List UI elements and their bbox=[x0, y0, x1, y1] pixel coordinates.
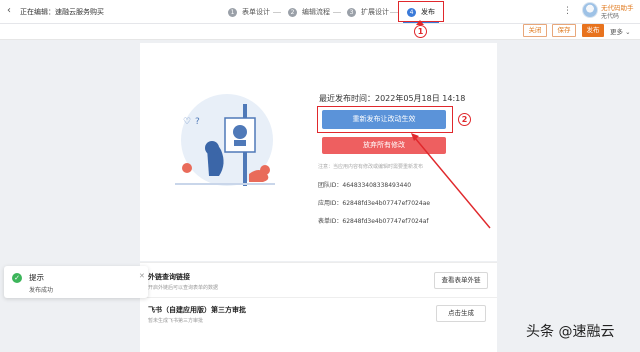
feishu-approval-title: 飞书（自建应用版）第三方审批 bbox=[148, 306, 246, 314]
annotation-box-republish bbox=[317, 106, 453, 133]
svg-text:?: ? bbox=[195, 117, 200, 127]
form-id: 表单ID：62848fd3e4b07747ef7024af bbox=[318, 218, 429, 225]
step-extend-design[interactable]: 3 扩展设计 bbox=[347, 3, 389, 21]
step-edit-flow[interactable]: 2 编辑流程 bbox=[288, 3, 330, 21]
check-circle-icon: ✓ bbox=[12, 273, 22, 283]
annotation-badge-2: 2 bbox=[458, 113, 471, 126]
app-id: 应用ID：62848fd3e4b07747ef7024ae bbox=[318, 200, 431, 207]
divider bbox=[140, 297, 497, 298]
toast-title: 提示 bbox=[29, 273, 44, 282]
step-form-design[interactable]: 1 表单设计 bbox=[228, 3, 270, 21]
save-button[interactable]: 保存 bbox=[552, 24, 576, 37]
annotation-badge-1: 1 bbox=[414, 25, 427, 38]
watermark: 头条 @速融云 bbox=[526, 324, 615, 340]
publish-illustration: ♡ ? bbox=[175, 94, 275, 186]
chevron-down-icon: ⌄ bbox=[625, 28, 631, 36]
close-button[interactable]: 关闭 bbox=[523, 24, 547, 37]
chevron-left-icon[interactable]: ‹ bbox=[7, 6, 17, 16]
annotation-box-publish-step bbox=[398, 1, 444, 22]
last-publish-time: 最近发布时间：2022年05月18日 14:18 bbox=[319, 94, 466, 103]
external-link-desc: 开启外链后可以查询表单的数据 bbox=[148, 285, 219, 291]
avatar[interactable] bbox=[582, 2, 598, 18]
toast-notification: ✓ 提示 发布成功 ✕ bbox=[4, 266, 148, 298]
close-icon[interactable]: ✕ bbox=[139, 272, 145, 280]
app-name: 速融云服务购买 bbox=[55, 8, 104, 16]
generate-button[interactable]: 点击生成 bbox=[436, 305, 486, 322]
toast-message: 发布成功 bbox=[29, 287, 54, 294]
user-org: 无代码 bbox=[601, 13, 620, 20]
svg-text:♡: ♡ bbox=[183, 117, 191, 127]
publish-notice: 注意：当应用内容有修改或编辑时需要重新发布 bbox=[318, 164, 424, 170]
publish-button[interactable]: 发布 bbox=[582, 24, 604, 37]
more-menu[interactable]: 更多 ⌄ bbox=[610, 26, 631, 36]
external-link-title: 外链查询链接 bbox=[148, 273, 190, 281]
top-bar: ‹ 正在编辑：速融云服务购买 1 表单设计 2 编辑流程 3 扩展设计 4 发布 ⋮ 无… bbox=[0, 0, 640, 24]
discard-changes-button[interactable]: 放弃所有修改 bbox=[322, 137, 446, 154]
step-separator bbox=[273, 12, 281, 13]
editing-label: 正在编辑：速融云服务购买 bbox=[20, 8, 104, 16]
feishu-approval-desc: 暂未生成飞书第三方审批 bbox=[148, 318, 204, 324]
team-id: 团队ID：464833408338493440 bbox=[318, 182, 412, 189]
kebab-menu-icon[interactable]: ⋮ bbox=[563, 6, 572, 16]
view-external-link-button[interactable]: 查看表单外链 bbox=[434, 272, 488, 289]
step-separator bbox=[390, 12, 398, 13]
step-separator bbox=[333, 12, 341, 13]
